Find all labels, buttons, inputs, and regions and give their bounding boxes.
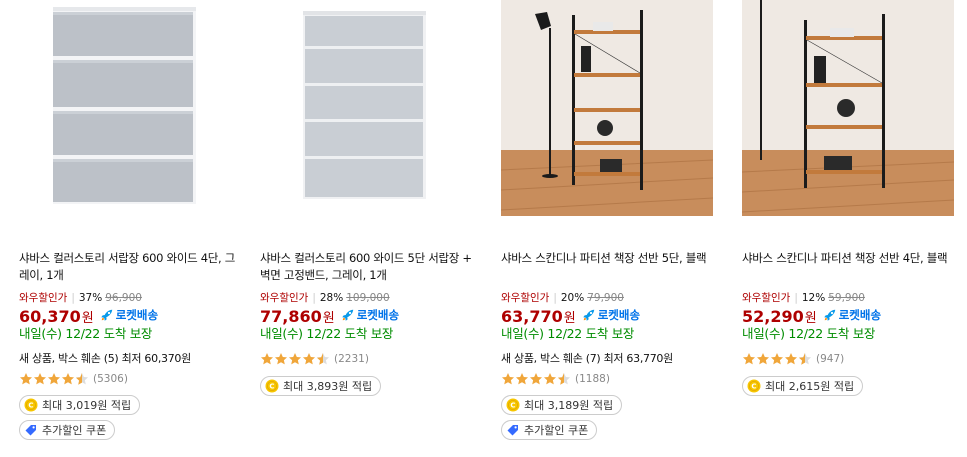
delivery-date: 내일(수) 12/22 도착 보장 — [501, 326, 635, 341]
review-count: (1188) — [575, 373, 610, 385]
delivery-date: 내일(수) 12/22 도착 보장 — [742, 326, 876, 341]
delivery-date: 내일(수) 12/22 도착 보장 — [19, 326, 153, 341]
sale-price: 63,770 — [501, 307, 563, 326]
sale-price: 77,860 — [260, 307, 322, 326]
coupon-tag-icon — [506, 423, 520, 437]
used-offer-link[interactable]: 새 상품, 박스 훼손 (5) 최저 60,370원 — [19, 351, 244, 366]
discount-rate: 20% — [560, 292, 585, 304]
used-offer-link[interactable]: 새 상품, 박스 훼손 (7) 최저 63,770원 — [501, 351, 726, 366]
rating: (1188) — [501, 372, 726, 386]
discount-rate: 28% — [319, 292, 344, 304]
deal-label: 와우할인가 — [19, 292, 68, 304]
rocket-delivery-badge: 로켓배송 — [341, 305, 399, 325]
coin-icon — [265, 379, 279, 393]
original-price: 59,900 — [828, 292, 865, 304]
coupon-badge[interactable]: 추가할인 쿠폰 — [19, 420, 116, 440]
product-card[interactable]: 샤바스 스칸디나 파티션 책장 선반 5단, 블랙 와우할인가 | 20% 79,90… — [501, 0, 726, 457]
sale-price: 52,290 — [742, 307, 804, 326]
star-rating-icon — [19, 372, 89, 386]
rocket-delivery-badge: 로켓배송 — [823, 305, 881, 325]
original-price: 79,900 — [587, 292, 624, 304]
review-count: (947) — [816, 353, 845, 365]
product-card[interactable]: 샤바스 컬러스토리 600 와이드 5단 서랍장 + 벽면 고정밴드, 그레이,… — [260, 0, 485, 457]
product-card[interactable]: 샤바스 컬러스토리 서랍장 600 와이드 4단, 그레이, 1개 와우할인가 |… — [19, 0, 244, 457]
coupon-badge[interactable]: 추가할인 쿠폰 — [501, 420, 598, 440]
product-image[interactable] — [742, 0, 954, 216]
discount-rate: 37% — [78, 292, 103, 304]
cashback-badge: 최대 2,615원 적립 — [742, 376, 864, 396]
discount-rate: 12% — [801, 292, 826, 304]
rocket-delivery-badge: 로켓배송 — [582, 305, 640, 325]
review-count: (2231) — [334, 353, 369, 365]
deal-label: 와우할인가 — [501, 292, 550, 304]
star-rating-icon — [260, 352, 330, 366]
cashback-badge: 최대 3,189원 적립 — [501, 395, 623, 415]
sale-price: 60,370 — [19, 307, 81, 326]
product-name[interactable]: 샤바스 컬러스토리 서랍장 600 와이드 4단, 그레이, 1개 — [19, 250, 244, 284]
original-price: 109,000 — [346, 292, 390, 304]
original-price: 96,900 — [105, 292, 142, 304]
product-name[interactable]: 샤바스 스칸디나 파티션 책장 선반 4단, 블랙 — [742, 250, 967, 284]
coin-icon — [747, 379, 761, 393]
product-image[interactable] — [260, 0, 472, 216]
rating: (5306) — [19, 372, 244, 386]
delivery-date: 내일(수) 12/22 도착 보장 — [260, 326, 394, 341]
product-name[interactable]: 샤바스 컬러스토리 600 와이드 5단 서랍장 + 벽면 고정밴드, 그레이,… — [260, 250, 485, 284]
coin-icon — [506, 398, 520, 412]
cashback-badge: 최대 3,019원 적립 — [19, 395, 141, 415]
star-rating-icon — [742, 352, 812, 366]
product-card[interactable]: 샤바스 스칸디나 파티션 책장 선반 4단, 블랙 와우할인가 | 12% 59,90… — [742, 0, 967, 457]
rocket-icon — [582, 308, 596, 322]
product-name[interactable]: 샤바스 스칸디나 파티션 책장 선반 5단, 블랙 — [501, 250, 726, 284]
cashback-badge: 최대 3,893원 적립 — [260, 376, 382, 396]
coin-icon — [24, 398, 38, 412]
product-image[interactable] — [501, 0, 713, 216]
rocket-icon — [341, 308, 355, 322]
review-count: (5306) — [93, 373, 128, 385]
deal-label: 와우할인가 — [260, 292, 309, 304]
rating: (2231) — [260, 352, 485, 366]
rocket-icon — [823, 308, 837, 322]
product-image[interactable] — [19, 0, 231, 216]
rocket-delivery-badge: 로켓배송 — [100, 305, 158, 325]
coupon-tag-icon — [24, 423, 38, 437]
rating: (947) — [742, 352, 967, 366]
star-rating-icon — [501, 372, 571, 386]
rocket-icon — [100, 308, 114, 322]
deal-label: 와우할인가 — [742, 292, 791, 304]
